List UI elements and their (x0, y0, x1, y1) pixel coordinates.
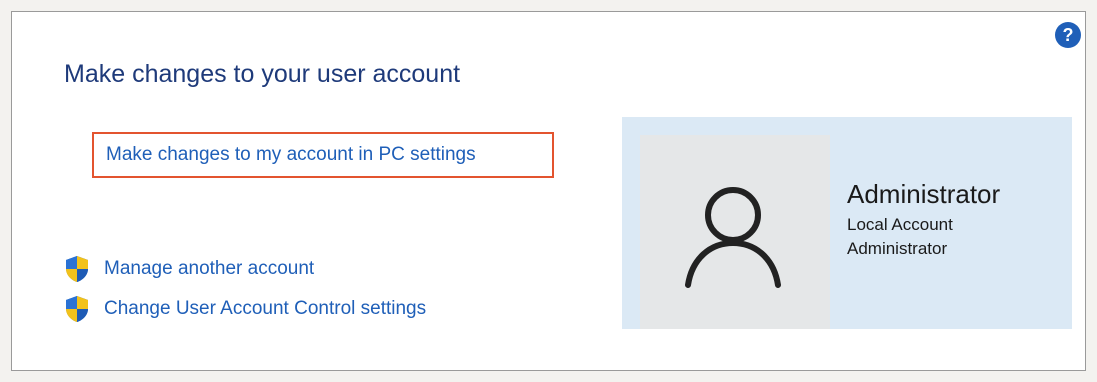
page-title: Make changes to your user account (64, 60, 461, 88)
account-name: Administrator (847, 179, 1001, 209)
account-role: Administrator (847, 239, 948, 258)
task-label: Manage another account (104, 258, 315, 279)
account-info-panel: Administrator Local Account Administrato… (622, 117, 1072, 329)
avatar (640, 135, 830, 329)
user-silhouette-icon (685, 187, 781, 288)
uac-shield-icon (66, 256, 88, 282)
account-type: Local Account (847, 215, 953, 234)
task-label: Change User Account Control settings (104, 298, 427, 319)
uac-shield-icon (66, 296, 88, 322)
change-uac-settings-link[interactable]: Change User Account Control settings (64, 294, 426, 324)
pc-settings-link[interactable]: Make changes to my account in PC setting… (92, 132, 554, 178)
user-accounts-window: ? Make changes to your user account Make… (11, 11, 1086, 371)
manage-another-account-link[interactable]: Manage another account (64, 254, 314, 284)
help-icon[interactable]: ? (1055, 22, 1081, 48)
